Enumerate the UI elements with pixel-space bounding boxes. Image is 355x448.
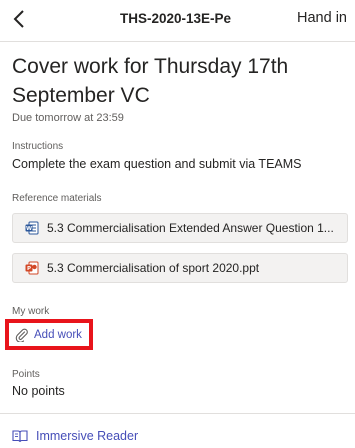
class-title: THS-2020-13E-Pe — [120, 11, 232, 26]
reference-item-powerpoint[interactable]: P 5.3 Commercialisation of sport 2020.pp… — [12, 253, 348, 283]
immersive-reader-label: Immersive Reader — [36, 429, 139, 443]
points-value: No points — [12, 384, 65, 398]
assignment-title: Cover work for Thursday 17th September V… — [12, 55, 289, 107]
instructions-text: Complete the exam question and submit vi… — [12, 157, 302, 171]
immersive-reader-icon — [12, 430, 28, 443]
powerpoint-icon: P — [25, 261, 39, 275]
hand-in-button[interactable]: Hand in — [297, 10, 347, 26]
footer-divider — [0, 413, 355, 414]
instructions-label: Instructions — [12, 141, 64, 152]
reference-item-word[interactable]: W 5.3 Commercialisation Extended Answer … — [12, 213, 348, 243]
points-label: Points — [12, 369, 40, 380]
word-doc-icon: W — [25, 221, 39, 235]
reference-item-name: 5.3 Commercialisation of sport 2020.ppt — [47, 261, 260, 275]
reference-item-name: 5.3 Commercialisation Extended Answer Qu… — [47, 221, 334, 235]
my-work-label: My work — [12, 306, 50, 317]
paperclip-icon — [15, 328, 28, 342]
svg-text:P: P — [27, 266, 31, 272]
reference-materials-label: Reference materials — [12, 193, 102, 204]
header-divider — [0, 41, 355, 42]
assignment-details-page: THS-2020-13E-Pe Hand in Cover work for T… — [0, 0, 355, 448]
chevron-left-icon — [13, 10, 24, 28]
due-date: Due tomorrow at 23:59 — [12, 112, 124, 124]
back-button[interactable] — [10, 8, 28, 30]
top-bar: THS-2020-13E-Pe Hand in — [0, 0, 355, 38]
svg-text:W: W — [26, 226, 32, 232]
add-work-label: Add work — [34, 328, 82, 341]
immersive-reader-button[interactable]: Immersive Reader — [12, 429, 138, 443]
add-work-button[interactable]: Add work — [5, 319, 93, 350]
